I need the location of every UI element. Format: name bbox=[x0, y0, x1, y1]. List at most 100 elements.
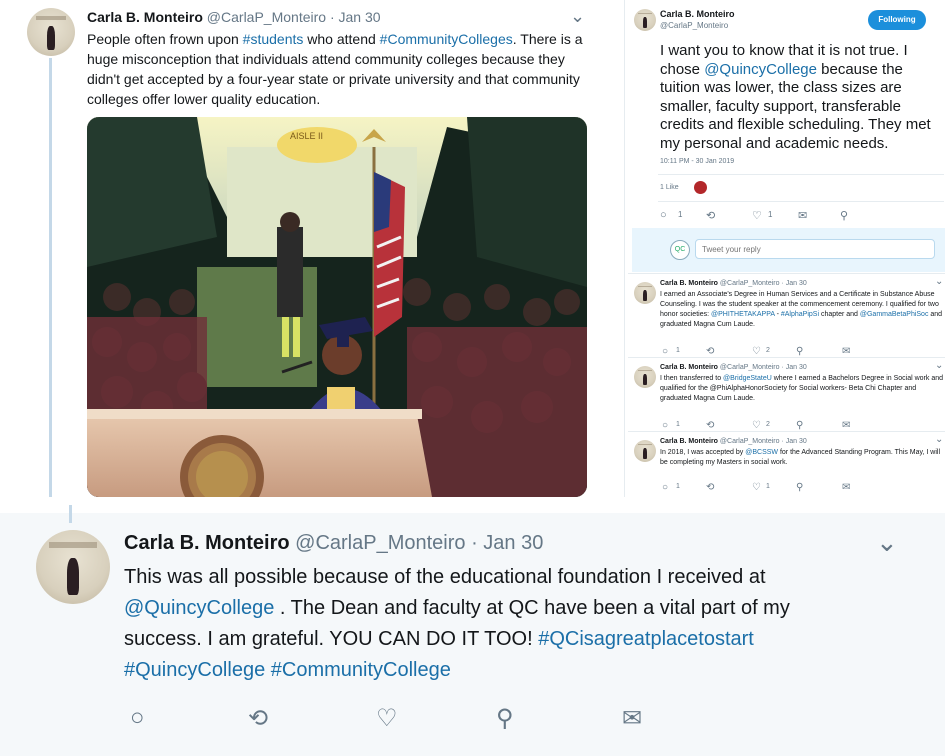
tweet-text-run: chapter and bbox=[819, 311, 860, 318]
tweet-text: In 2018, I was accepted by @BCSSW for th… bbox=[660, 448, 943, 468]
following-button[interactable]: Following bbox=[868, 10, 926, 30]
tweet-link[interactable]: @GammaBetaPhiSoc bbox=[860, 311, 929, 318]
divider bbox=[658, 201, 944, 202]
retweet-icon[interactable]: ⟲ bbox=[706, 346, 714, 357]
reply-icon[interactable]: ○ bbox=[662, 420, 668, 431]
tweet-link[interactable]: @BridgeStateU bbox=[723, 375, 772, 382]
author-name[interactable]: Carla B. Monteiro bbox=[660, 438, 720, 445]
tweet-link[interactable]: @BCSSW bbox=[745, 449, 778, 456]
reply-icon[interactable]: ○ bbox=[660, 209, 667, 221]
author-name[interactable]: Carla B. Monteiro bbox=[124, 532, 290, 554]
tweet-link[interactable]: #CommunityColleges bbox=[380, 31, 513, 47]
chevron-down-icon[interactable]: ⌄ bbox=[570, 6, 585, 27]
tweet-header: Carla B. Monteiro @CarlaP_Monteiro · Jan… bbox=[124, 532, 543, 555]
tweet-text: I earned an Associate's Degree in Human … bbox=[660, 290, 943, 330]
like-count: 1 bbox=[768, 210, 773, 219]
like-icon[interactable]: ♡ bbox=[752, 420, 761, 431]
like-icon[interactable]: ♡ bbox=[752, 209, 762, 222]
tweet-header: Carla B. Monteiro @CarlaP_Monteiro bbox=[660, 9, 735, 31]
reply-icon[interactable]: ○ bbox=[130, 704, 145, 732]
analytics-icon[interactable]: ⚲ bbox=[796, 482, 803, 493]
like-icon[interactable]: ♡ bbox=[752, 482, 761, 493]
right-pane-divider bbox=[624, 0, 625, 497]
author-handle[interactable]: @CarlaP_Monteiro · Jan 30 bbox=[720, 280, 807, 287]
message-icon[interactable]: ✉ bbox=[798, 209, 807, 222]
message-icon[interactable]: ✉ bbox=[842, 482, 850, 493]
author-handle[interactable]: @CarlaP_Monteiro · Jan 30 bbox=[295, 532, 543, 554]
tweet-text: People often frown upon #students who at… bbox=[87, 29, 592, 109]
author-handle[interactable]: @CarlaP_Monteiro bbox=[660, 20, 735, 31]
author-name[interactable]: Carla B. Monteiro bbox=[660, 364, 720, 371]
tweet-photo[interactable]: AISLE II bbox=[87, 117, 587, 497]
tweet-actions: ○ ⟲ ♡ ⚲ ✉ bbox=[130, 704, 660, 732]
analytics-icon[interactable]: ⚲ bbox=[796, 420, 803, 431]
reply-icon[interactable]: ○ bbox=[662, 346, 668, 357]
qc-avatar: QC bbox=[670, 240, 690, 260]
avatar[interactable] bbox=[634, 440, 656, 462]
avatar[interactable] bbox=[634, 282, 656, 304]
tweet-link[interactable]: @QuincyCollege bbox=[124, 597, 274, 619]
author-name[interactable]: Carla B. Monteiro bbox=[660, 9, 735, 20]
message-icon[interactable]: ✉ bbox=[622, 704, 642, 733]
chevron-down-icon[interactable]: ⌄ bbox=[876, 527, 898, 558]
reply-count: 1 bbox=[676, 347, 680, 354]
analytics-icon[interactable]: ⚲ bbox=[840, 209, 848, 222]
like-count[interactable]: 1 Like bbox=[660, 184, 679, 191]
tweet-timestamp[interactable]: 10:11 PM - 30 Jan 2019 bbox=[660, 158, 734, 165]
message-icon[interactable]: ✉ bbox=[842, 346, 850, 357]
tweet-text: I want you to know that it is not true. … bbox=[660, 42, 944, 153]
reply-count: 1 bbox=[678, 210, 683, 219]
reply-input[interactable] bbox=[695, 239, 935, 259]
liker-avatar[interactable] bbox=[694, 181, 707, 194]
reply-count: 1 bbox=[676, 421, 680, 428]
like-count: 2 bbox=[766, 347, 770, 354]
thread-line bbox=[49, 58, 52, 498]
tweet-link[interactable]: #QCisagreatplacetostart bbox=[538, 628, 754, 650]
message-icon[interactable]: ✉ bbox=[842, 420, 850, 431]
author-name[interactable]: Carla B. Monteiro bbox=[87, 9, 203, 25]
retweet-icon[interactable]: ⟲ bbox=[706, 420, 714, 431]
tweet-link[interactable]: #CommunityCollege bbox=[271, 659, 451, 681]
like-count: 2 bbox=[766, 421, 770, 428]
avatar[interactable] bbox=[634, 9, 656, 31]
chevron-down-icon[interactable]: ⌄ bbox=[935, 434, 943, 445]
retweet-icon[interactable]: ⟲ bbox=[706, 209, 715, 222]
tweet-header: Carla B. Monteiro @CarlaP_Monteiro · Jan… bbox=[87, 9, 381, 25]
tweet-header: Carla B. Monteiro @CarlaP_Monteiro · Jan… bbox=[660, 438, 807, 445]
reply-icon[interactable]: ○ bbox=[662, 482, 668, 493]
tweet-link[interactable]: #students bbox=[243, 31, 304, 47]
tweet-text: I then transferred to @BridgeStateU wher… bbox=[660, 374, 943, 404]
author-name[interactable]: Carla B. Monteiro bbox=[660, 280, 720, 287]
tweet-header: Carla B. Monteiro @CarlaP_Monteiro · Jan… bbox=[660, 280, 807, 287]
reply-count: 1 bbox=[676, 483, 680, 490]
chevron-down-icon[interactable]: ⌄ bbox=[935, 360, 943, 371]
tweet-link[interactable]: @QuincyCollege bbox=[704, 61, 817, 78]
divider bbox=[628, 431, 945, 432]
divider bbox=[628, 273, 945, 274]
like-count: 1 bbox=[766, 483, 770, 490]
chevron-down-icon[interactable]: ⌄ bbox=[935, 276, 943, 287]
retweet-icon[interactable]: ⟲ bbox=[248, 704, 268, 733]
tweet-text: This was all possible because of the edu… bbox=[124, 562, 834, 686]
author-handle[interactable]: @CarlaP_Monteiro · Jan 30 bbox=[720, 438, 807, 445]
avatar[interactable] bbox=[27, 8, 75, 56]
tweet-link[interactable]: #QuincyCollege bbox=[124, 659, 265, 681]
author-handle[interactable]: @CarlaP_Monteiro · Jan 30 bbox=[720, 364, 807, 371]
tweet-text-run: I then transferred to bbox=[660, 375, 724, 382]
tweet-text-run: In 2018, I was accepted by bbox=[660, 449, 746, 456]
author-handle[interactable]: @CarlaP_Monteiro · Jan 30 bbox=[207, 9, 381, 25]
like-icon[interactable]: ♡ bbox=[752, 346, 761, 357]
tweet-link[interactable]: #AlphaPipSi bbox=[781, 311, 819, 318]
tweet-text-run: who attend bbox=[303, 31, 380, 47]
like-icon[interactable]: ♡ bbox=[376, 704, 398, 733]
divider bbox=[628, 357, 945, 358]
bottom-divider bbox=[0, 497, 945, 513]
tweet-link[interactable]: @PHITHETAKAPPA bbox=[711, 311, 775, 318]
analytics-icon[interactable]: ⚲ bbox=[796, 346, 803, 357]
retweet-icon[interactable]: ⟲ bbox=[706, 482, 714, 493]
tweet-actions: ○ 1 ⟲ ♡ 1 ✉ ⚲ bbox=[660, 209, 860, 223]
divider bbox=[658, 174, 944, 175]
analytics-icon[interactable]: ⚲ bbox=[496, 704, 514, 733]
avatar[interactable] bbox=[634, 366, 656, 388]
avatar[interactable] bbox=[36, 530, 110, 604]
